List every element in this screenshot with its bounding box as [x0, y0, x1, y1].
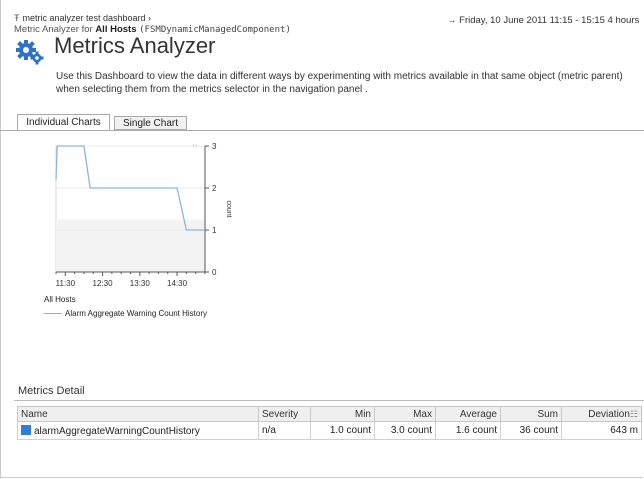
- column-header-sum[interactable]: Sum: [500, 406, 562, 422]
- average-cell: 1.6 count: [435, 421, 501, 440]
- max-cell: 3.0 count: [374, 421, 436, 440]
- breadcrumb-home-icon[interactable]: Ŧ: [14, 13, 20, 23]
- y-tick-label: 3: [212, 142, 217, 151]
- column-header-name[interactable]: Name: [17, 406, 259, 422]
- metrics-detail-title: Metrics Detail: [18, 385, 85, 397]
- y-tick-label: 0: [212, 268, 217, 277]
- breadcrumb[interactable]: Ŧmetric analyzer test dashboard ›: [14, 13, 151, 23]
- chart-legend-entry: Alarm Aggregate Warning Count History: [44, 309, 207, 318]
- table-header-row: Name Severity Min Max Average Sum Deviat…: [17, 406, 642, 422]
- plot-band: [56, 219, 205, 272]
- breadcrumb-link[interactable]: metric analyzer test dashboard ›: [23, 13, 152, 23]
- metric-name: alarmAggregateWarningCountHistory: [34, 425, 200, 437]
- x-tick-label: 13:30: [130, 279, 151, 288]
- column-header-average[interactable]: Average: [435, 406, 501, 422]
- deviation-cell: 643 m: [561, 421, 642, 440]
- metrics-detail-divider: [14, 400, 644, 401]
- time-range-icon: →: [447, 15, 457, 26]
- table-row[interactable]: alarmAggregateWarningCountHistory n/a 1.…: [17, 421, 642, 440]
- y-tick-label: 1: [212, 226, 217, 235]
- tab-individual-charts[interactable]: Individual Charts: [17, 114, 110, 131]
- tab-divider: [0, 130, 644, 131]
- column-header-severity[interactable]: Severity: [258, 406, 311, 422]
- metric-name-cell[interactable]: alarmAggregateWarningCountHistory: [17, 421, 259, 440]
- chart-menu-icon[interactable]: ∷: [193, 144, 197, 150]
- column-menu-icon[interactable]: ☷: [630, 409, 638, 419]
- time-range-label: Friday, 10 June 2011 11:15 - 15:15 4 hou…: [459, 15, 640, 26]
- dashboard-description: Use this Dashboard to view the data in d…: [56, 71, 623, 95]
- column-header-min[interactable]: Min: [310, 406, 375, 422]
- gears-icon: [16, 40, 44, 65]
- y-tick-label: 2: [212, 184, 217, 193]
- x-tick-label: 14:30: [167, 279, 188, 288]
- column-header-deviation-label: Deviation: [588, 408, 630, 420]
- x-tick-label: 12:30: [93, 279, 114, 288]
- metrics-detail-table: Name Severity Min Max Average Sum Deviat…: [17, 406, 642, 440]
- y-axis-label: count: [225, 200, 232, 217]
- legend-swatch: [44, 313, 62, 315]
- tab-single-chart[interactable]: Single Chart: [114, 116, 187, 130]
- metric-icon: [21, 424, 31, 435]
- x-tick-label: 11:30: [56, 279, 76, 288]
- sum-cell: 36 count: [500, 421, 562, 440]
- severity-cell: n/a: [258, 421, 311, 440]
- legend-label: Alarm Aggregate Warning Count History: [65, 309, 207, 318]
- column-header-deviation[interactable]: Deviation☷: [561, 406, 642, 422]
- time-range-selector[interactable]: → Friday, 10 June 2011 11:15 - 15:15 4 h…: [447, 15, 644, 26]
- column-header-max[interactable]: Max: [374, 406, 436, 422]
- alarm-count-chart[interactable]: 0 1 2 3 11:30 12:30 13:30 14:30 count ∷: [40, 140, 240, 292]
- chart-caption: All Hosts: [44, 295, 76, 304]
- page-title: Metrics Analyzer: [54, 33, 216, 58]
- min-cell: 1.0 count: [310, 421, 375, 440]
